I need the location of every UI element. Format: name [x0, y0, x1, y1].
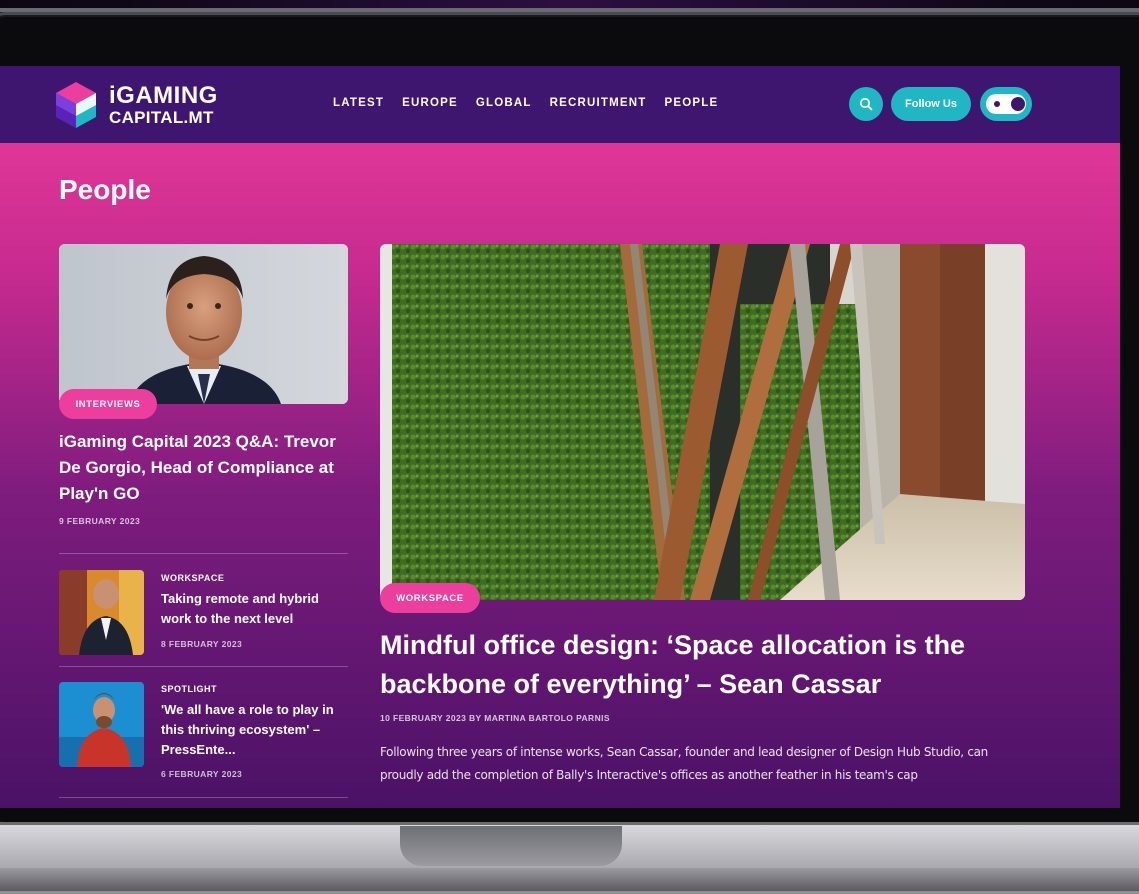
toggle-knob	[1011, 97, 1025, 111]
side-article-2-date: 6 FEBRUARY 2023	[161, 769, 243, 779]
search-button[interactable]	[849, 87, 883, 121]
laptop-hinge-notch	[400, 826, 622, 866]
nav-people[interactable]: PEOPLE	[665, 97, 719, 109]
side-article-1-date: 8 FEBRUARY 2023	[161, 639, 243, 649]
search-icon	[859, 97, 873, 111]
divider	[59, 666, 348, 667]
side-article-1-category[interactable]: WORKSPACE	[161, 573, 224, 583]
site-header: iGAMING CAPITAL.MT LATEST EUROPE GLOBAL …	[0, 66, 1120, 143]
browser-screen: iGAMING CAPITAL.MT LATEST EUROPE GLOBAL …	[0, 66, 1120, 808]
side-article-1-thumbnail[interactable]	[59, 570, 144, 655]
site-logo[interactable]: iGAMING CAPITAL.MT	[52, 80, 242, 132]
toggle-dot-icon	[994, 101, 1000, 107]
office-interior-photo	[380, 244, 1025, 600]
feature-article-meta: 10 FEBRUARY 2023 BY MARTINA BARTOLO PARN…	[380, 713, 610, 723]
nav-recruitment[interactable]: RECRUITMENT	[550, 97, 647, 109]
side-article-1-title[interactable]: Taking remote and hybrid work to the nex…	[161, 589, 346, 629]
toggle-track	[986, 94, 1026, 114]
laptop-base-shadow	[0, 868, 1139, 891]
side-article-2-title[interactable]: 'We all have a role to play in this thri…	[161, 700, 346, 760]
side-article-2-thumbnail[interactable]	[59, 682, 144, 767]
person-portrait-photo	[59, 682, 144, 767]
feature-article-title[interactable]: Mindful office design: ‘Space allocation…	[380, 626, 1020, 704]
side-article-2-category[interactable]: SPOTLIGHT	[161, 684, 217, 694]
nav-europe[interactable]: EUROPE	[402, 97, 458, 109]
lead-article-image[interactable]	[59, 244, 348, 404]
divider	[59, 797, 348, 798]
logo-text-line1: iGAMING	[109, 82, 218, 109]
man-portrait-photo	[59, 570, 144, 655]
divider	[59, 553, 348, 554]
portrait-photo	[59, 244, 348, 404]
theme-toggle[interactable]	[980, 87, 1032, 121]
lead-article-date: 9 FEBRUARY 2023	[59, 516, 141, 526]
logo-cube-icon	[56, 82, 96, 128]
page-title: People	[59, 174, 151, 205]
logo-text-line2: CAPITAL.MT	[109, 108, 214, 127]
follow-us-button[interactable]: Follow Us	[891, 87, 971, 121]
main-nav: LATEST EUROPE GLOBAL RECRUITMENT PEOPLE	[333, 97, 718, 109]
nav-global[interactable]: GLOBAL	[476, 97, 532, 109]
feature-article-excerpt: Following three years of intense works, …	[380, 745, 988, 782]
lead-category-badge[interactable]: INTERVIEWS	[59, 389, 157, 419]
nav-latest[interactable]: LATEST	[333, 97, 384, 109]
lead-article-title[interactable]: iGaming Capital 2023 Q&A: Trevor De Gorg…	[59, 429, 349, 507]
feature-article-image[interactable]	[380, 244, 1025, 600]
feature-category-badge[interactable]: WORKSPACE	[380, 583, 480, 613]
